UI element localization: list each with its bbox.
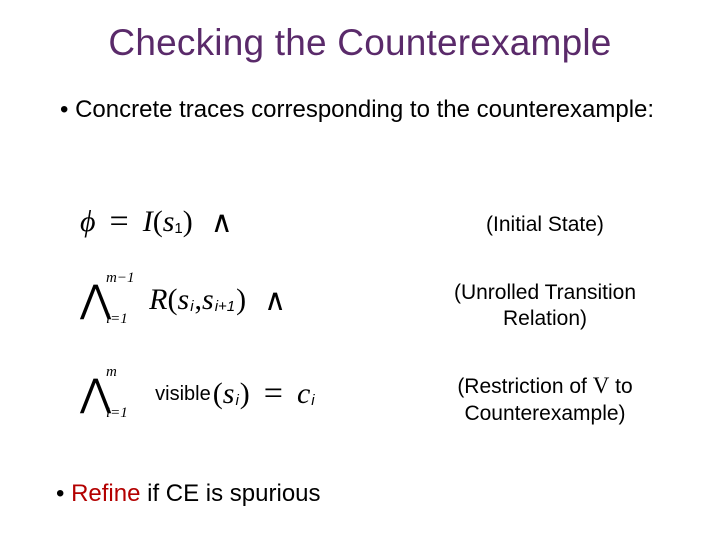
big-wedge-icon: ⋀ m i=1 xyxy=(80,375,111,413)
bullet-text: Concrete traces corresponding to the cou… xyxy=(75,96,654,123)
label-line1-post: to xyxy=(609,375,632,398)
subscript-i: i xyxy=(190,298,193,315)
visible-function: visible xyxy=(155,383,211,406)
equals-sign: = xyxy=(110,203,129,241)
label-line2: Relation) xyxy=(503,307,587,330)
bullet-marker: • xyxy=(56,480,71,507)
superscript: m xyxy=(106,365,117,380)
close-paren: ) xyxy=(240,377,250,411)
phi-symbol: ϕ xyxy=(80,205,96,239)
equals-sign: = xyxy=(264,375,283,413)
label-restriction: (Restriction of V to Counterexample) xyxy=(425,372,665,427)
formula-restriction: ⋀ m i=1 visible(si) = ci xyxy=(80,370,316,418)
c-var: c xyxy=(297,377,310,411)
slide-title: Checking the Counterexample xyxy=(0,22,720,64)
wedge-symbol: ∧ xyxy=(211,205,233,240)
open-paren: ( xyxy=(168,283,178,317)
subscript-i-plus-1: i+1 xyxy=(215,298,235,315)
subscript-i: i xyxy=(235,392,238,409)
s-var: s xyxy=(178,283,190,317)
label-initial-state: (Initial State) xyxy=(425,212,665,238)
subscript-1: 1 xyxy=(174,220,182,237)
label-line2: Counterexample) xyxy=(464,402,625,425)
I-symbol: I xyxy=(143,205,153,239)
bullet-rest: if CE is spurious xyxy=(140,480,320,507)
close-paren: ) xyxy=(183,205,193,239)
s-var: s xyxy=(202,283,214,317)
formula-transition-relation: ⋀ m−1 i=1 R(si, si+1) ∧ xyxy=(80,276,286,324)
script-v-symbol: V xyxy=(593,373,610,398)
close-paren: ) xyxy=(236,283,246,317)
comma: , xyxy=(195,283,203,317)
wedge-symbol: ∧ xyxy=(264,283,286,318)
superscript: m−1 xyxy=(106,271,134,286)
subscript-i: i xyxy=(311,392,314,409)
slide: Checking the Counterexample • Concrete t… xyxy=(0,0,720,540)
label-line1-pre: (Restriction of xyxy=(457,375,592,398)
big-wedge-icon: ⋀ m−1 i=1 xyxy=(80,281,111,319)
subscript: i=1 xyxy=(106,406,128,421)
subscript: i=1 xyxy=(106,312,128,327)
R-symbol: R xyxy=(149,283,167,317)
bullet-concrete-traces: • Concrete traces corresponding to the c… xyxy=(60,95,660,125)
open-paren: ( xyxy=(213,377,223,411)
s-var: s xyxy=(163,205,175,239)
bullet-marker: • xyxy=(60,96,75,123)
s-var: s xyxy=(223,377,235,411)
open-paren: ( xyxy=(153,205,163,239)
label-transition-relation: (Unrolled Transition Relation) xyxy=(425,280,665,333)
label-line1: (Unrolled Transition xyxy=(454,281,636,304)
refine-keyword: Refine xyxy=(71,480,140,507)
bullet-refine: • Refine if CE is spurious xyxy=(56,480,321,508)
formula-initial-state: ϕ = I(s1) ∧ xyxy=(80,198,233,246)
